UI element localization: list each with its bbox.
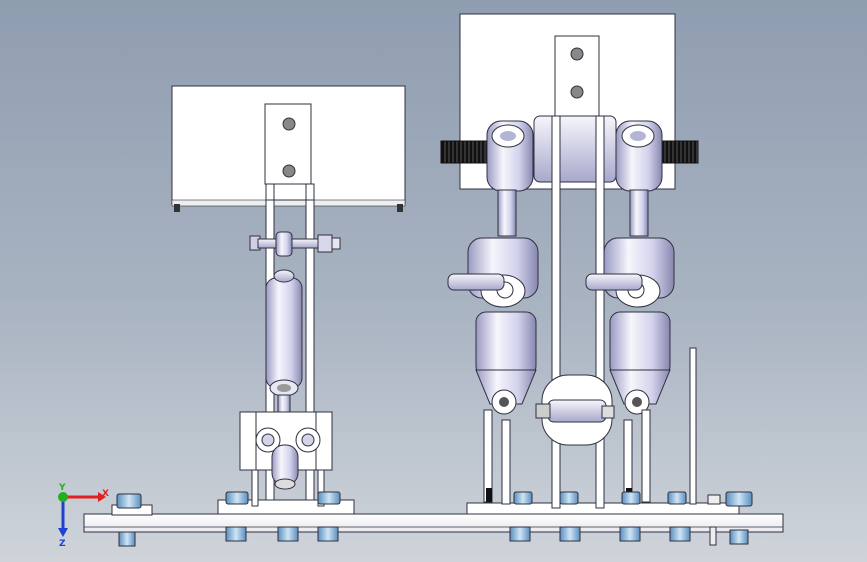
left-damper-cylinder xyxy=(265,277,303,389)
bolt xyxy=(559,491,579,505)
threaded-rod-right xyxy=(659,140,699,164)
bolt xyxy=(729,529,749,545)
x-axis-label: X xyxy=(102,489,109,499)
bolt xyxy=(725,491,753,507)
bolt xyxy=(559,526,581,542)
bolt xyxy=(225,526,247,542)
bolt xyxy=(709,526,717,546)
bolt xyxy=(509,526,531,542)
left-pedal-assembly xyxy=(171,85,406,507)
threaded-rod-left xyxy=(440,140,490,164)
z-axis-label: Z xyxy=(59,539,66,549)
bolt xyxy=(225,491,249,505)
assembly-drawing: X Y Z xyxy=(58,13,784,549)
right-pedal-assembly xyxy=(440,13,699,509)
bolt xyxy=(669,526,691,542)
bolt xyxy=(667,491,687,505)
bolt xyxy=(277,526,299,542)
bolt xyxy=(619,526,641,542)
bolt xyxy=(317,526,339,542)
bolt xyxy=(116,493,142,509)
bolt xyxy=(707,494,721,505)
bolt xyxy=(317,491,341,505)
bolt xyxy=(621,491,641,505)
y-axis-arrow xyxy=(58,492,68,502)
cad-viewport[interactable]: X Y Z xyxy=(0,0,867,562)
bolt xyxy=(513,491,533,505)
bolt xyxy=(118,531,136,547)
y-axis-label: Y xyxy=(58,483,66,493)
